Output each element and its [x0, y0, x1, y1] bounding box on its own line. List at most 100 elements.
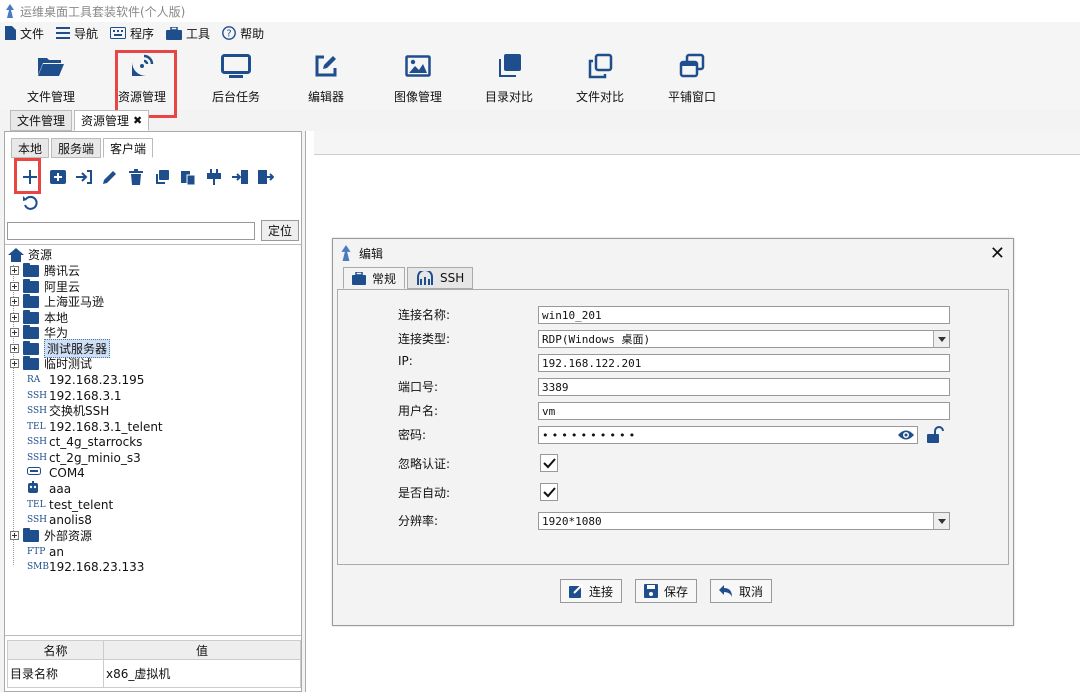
expand-icon[interactable] [10, 282, 19, 291]
ignore-auth-checkbox[interactable] [540, 454, 558, 472]
tree-folder-selected[interactable]: 测试服务器 [10, 339, 111, 358]
image-manage-button[interactable]: 图像管理 [378, 50, 458, 106]
tree-item[interactable]: SMB 192.168.23.133 [27, 559, 144, 574]
expand-icon[interactable] [10, 531, 19, 540]
tree-item[interactable]: SSH ct_4g_starrocks [27, 434, 142, 449]
expand-icon[interactable] [10, 344, 19, 353]
folder-icon [23, 293, 39, 308]
tree-item[interactable]: SSH 192.168.3.1 [27, 388, 122, 403]
dir-compare-button[interactable]: 目录对比 [469, 50, 549, 106]
username-input[interactable]: vm [538, 402, 950, 420]
refresh-icon[interactable] [21, 194, 39, 212]
expand-icon[interactable] [10, 359, 19, 368]
telnet-icon: TEL [27, 499, 46, 510]
eye-icon[interactable] [897, 428, 915, 442]
menu-file[interactable]: 文件 [4, 25, 44, 42]
folder-icon [23, 527, 39, 542]
tab-file-manage[interactable]: 文件管理 [10, 110, 73, 131]
cancel-button[interactable]: 取消 [710, 579, 773, 603]
conn-type-select[interactable]: RDP(Windows 桌面) [538, 330, 950, 348]
tab-resource-manage[interactable]: 资源管理 ✖ [74, 110, 150, 131]
tab-ssh[interactable]: SSH [407, 267, 474, 289]
tree-folder[interactable]: 上海亚马逊 [10, 293, 104, 309]
tree-item[interactable]: TEL test_telent [27, 497, 113, 512]
tab-general[interactable]: 常规 [343, 267, 406, 289]
locate-button[interactable]: 定位 [261, 220, 299, 241]
auto-checkbox[interactable] [540, 483, 558, 501]
export-icon[interactable] [257, 168, 275, 186]
tree-item[interactable]: SSH anolis8 [27, 512, 92, 527]
tree-folder[interactable]: 临时测试 [10, 355, 92, 371]
tree-folder[interactable]: 本地 [10, 309, 68, 325]
resolution-select[interactable]: 1920*1080 [538, 512, 950, 530]
dialog-form: 连接名称: win10_201 连接类型: RDP(Windows 桌面) IP… [337, 289, 1009, 565]
menu-tools[interactable]: 工具 [166, 25, 210, 42]
port-input[interactable]: 3389 [538, 378, 950, 396]
tile-window-button[interactable]: 平铺窗口 [652, 50, 732, 106]
file-manage-button[interactable]: 文件管理 [11, 50, 91, 106]
add-folder-icon[interactable] [49, 168, 67, 186]
menu-program[interactable]: 程序 [110, 25, 154, 42]
folder-icon [23, 309, 39, 324]
tree-folder[interactable]: 腾讯云 [10, 262, 80, 278]
resource-tree: 资源 腾讯云 阿里云 上海亚马逊 本地 华为 测试服务器 临时测试 RA 192.… [5, 244, 301, 636]
move-in-icon[interactable] [231, 168, 249, 186]
tree-folder[interactable]: 外部资源 [10, 527, 92, 543]
label-port: 端口号: [398, 380, 439, 394]
unlock-icon[interactable] [926, 426, 944, 444]
resource-tabs: 本地 服务端 客户端 [11, 138, 155, 158]
conn-name-input[interactable]: win10_201 [538, 306, 950, 324]
tab-server[interactable]: 服务端 [51, 138, 102, 158]
search-input[interactable] [7, 222, 255, 240]
close-icon[interactable]: ✕ [990, 243, 1005, 264]
close-tab-icon[interactable]: ✖ [133, 114, 142, 127]
robot-icon [27, 480, 47, 497]
paste-icon[interactable] [179, 168, 197, 186]
tree-root[interactable]: 资源 [8, 247, 52, 262]
label-ignore-auth: 忽略认证: [398, 457, 451, 471]
file-compare-button[interactable]: 文件对比 [560, 50, 640, 106]
highlight-resource-manage [115, 50, 177, 118]
chevron-down-icon[interactable] [933, 513, 949, 529]
import-icon[interactable] [75, 168, 93, 186]
menu-help[interactable]: ? 帮助 [222, 25, 264, 42]
editor-button[interactable]: 编辑器 [286, 50, 366, 106]
tree-item[interactable]: aaa [27, 480, 71, 497]
folder-icon [23, 262, 39, 277]
label-conn-type: 连接类型: [398, 332, 451, 346]
trash-icon[interactable] [127, 168, 145, 186]
table-row[interactable]: 目录名称 x86_虚拟机 [7, 660, 301, 688]
home-icon [8, 247, 24, 262]
pencil-icon[interactable] [101, 168, 119, 186]
tree-folder[interactable]: 阿里云 [10, 278, 80, 294]
tab-client[interactable]: 客户端 [103, 138, 154, 158]
folder-icon [23, 278, 39, 293]
tree-item[interactable]: TEL 192.168.3.1_telent [27, 419, 163, 434]
column-header-name[interactable]: 名称 [8, 641, 104, 659]
tree-item[interactable]: SSH 交换机SSH [27, 403, 109, 418]
label-password: 密码: [398, 428, 427, 442]
folder-open-icon [38, 58, 64, 76]
ip-input[interactable]: 192.168.122.201 [538, 354, 950, 372]
password-input[interactable]: •••••••••• [538, 426, 918, 444]
plug-icon[interactable] [205, 168, 223, 186]
tree-item[interactable]: COM4 [27, 465, 85, 480]
background-task-button[interactable]: 后台任务 [196, 50, 276, 106]
connect-button[interactable]: 连接 [560, 579, 623, 603]
tree-folder[interactable]: 华为 [10, 324, 68, 340]
column-header-value[interactable]: 值 [104, 641, 300, 659]
expand-icon[interactable] [10, 266, 19, 275]
save-button[interactable]: 保存 [635, 579, 698, 603]
label-conn-name: 连接名称: [398, 308, 451, 322]
tree-item[interactable]: RA 192.168.23.195 [27, 372, 144, 387]
tree-item[interactable]: SSH ct_2g_minio_s3 [27, 450, 141, 465]
copy-icon[interactable] [153, 168, 171, 186]
menu-nav[interactable]: 导航 [56, 25, 98, 42]
tree-item[interactable]: FTP an [27, 544, 64, 559]
tab-local[interactable]: 本地 [11, 138, 50, 158]
expand-icon[interactable] [10, 313, 19, 322]
expand-icon[interactable] [10, 297, 19, 306]
workspace-tab-strip [314, 131, 1080, 155]
expand-icon[interactable] [10, 328, 19, 337]
chevron-down-icon[interactable] [933, 331, 949, 347]
